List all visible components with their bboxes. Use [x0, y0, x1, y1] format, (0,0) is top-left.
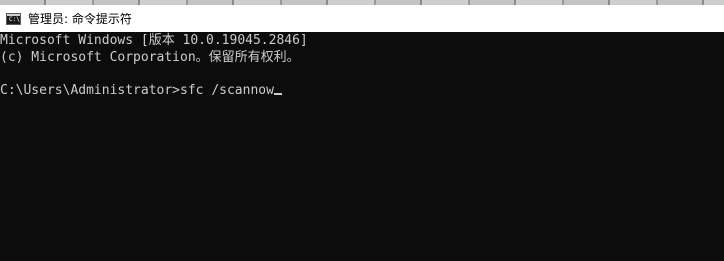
- console-prompt-text: C:\Users\Administrator>sfc /scannow: [0, 82, 274, 98]
- cmd-window: C:\ 管理员: 命令提示符 Microsoft Windows [版本 10.…: [0, 0, 724, 261]
- console-prompt-line[interactable]: C:\Users\Administrator>sfc /scannow: [0, 83, 724, 100]
- console-line-version: Microsoft Windows [版本 10.0.19045.2846]: [0, 33, 308, 48]
- console-line-copyright: (c) Microsoft Corporation。保留所有权利。: [0, 49, 300, 65]
- window-title: 管理员: 命令提示符: [28, 12, 132, 26]
- title-bar[interactable]: C:\ 管理员: 命令提示符: [0, 5, 724, 32]
- text-cursor: [273, 92, 282, 95]
- cmd-icon[interactable]: C:\: [6, 12, 21, 25]
- console-area[interactable]: Microsoft Windows [版本 10.0.19045.2846] (…: [0, 32, 724, 261]
